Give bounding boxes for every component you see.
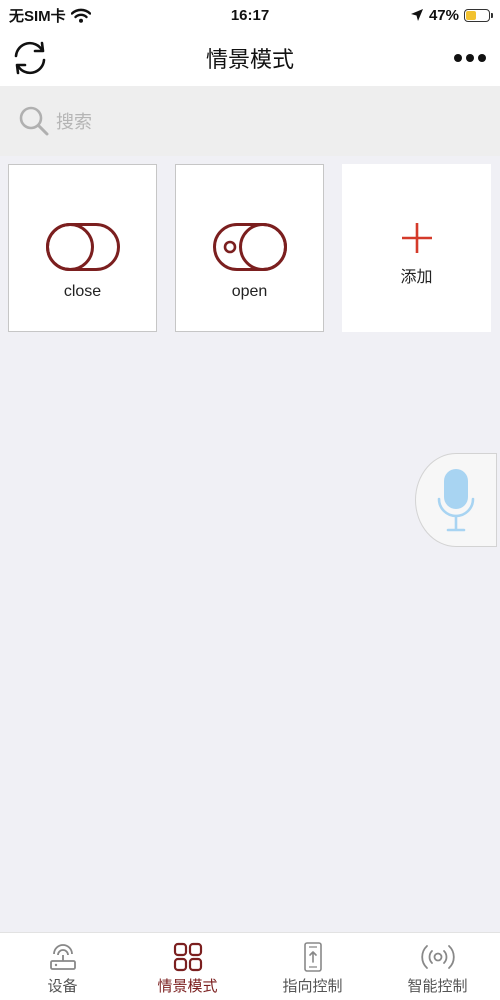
page-title: 情景模式 xyxy=(205,47,294,72)
location-arrow-icon xyxy=(410,9,423,21)
search-placeholder: 搜索 xyxy=(56,112,92,132)
scene-label: close xyxy=(63,283,102,300)
plus-icon xyxy=(401,223,432,253)
grid-icon xyxy=(173,942,202,972)
tab-scenes[interactable]: 情景模式 xyxy=(125,933,250,1000)
refresh-button[interactable] xyxy=(10,38,50,78)
toggle-on-icon xyxy=(212,223,287,271)
add-scene-label: 添加 xyxy=(400,269,433,286)
more-dot-icon xyxy=(454,54,462,62)
wifi-icon xyxy=(70,8,91,23)
battery-icon xyxy=(464,8,493,22)
tab-devices[interactable]: 设备 xyxy=(0,933,125,1000)
toggle-off-icon xyxy=(45,223,120,271)
scene-tile-close[interactable]: close xyxy=(8,164,157,332)
signal-icon xyxy=(420,945,455,969)
search-icon xyxy=(19,106,49,136)
carrier-text: 无SIM卡 xyxy=(9,7,66,25)
tab-label: 设备 xyxy=(47,978,78,995)
tab-smart-control[interactable]: 智能控制 xyxy=(375,933,500,1000)
battery-fill xyxy=(466,10,477,20)
microphone-icon xyxy=(437,469,475,532)
more-dot-icon xyxy=(466,54,474,62)
battery-percent: 47% xyxy=(428,6,459,24)
tab-bar: 设备 情景模式 指向控制 智能控制 xyxy=(0,932,500,1000)
tab-label: 情景模式 xyxy=(157,978,218,995)
voice-input-button[interactable] xyxy=(415,453,497,547)
tab-label: 智能控制 xyxy=(407,978,468,995)
nav-bar: 情景模式 xyxy=(0,30,500,86)
add-scene-button[interactable]: 添加 xyxy=(342,164,491,332)
scene-tile-open[interactable]: open xyxy=(175,164,324,332)
status-left: 无SIM卡 xyxy=(9,5,91,26)
phone-pointer-icon xyxy=(303,942,322,972)
refresh-icon xyxy=(14,41,46,75)
scene-label: open xyxy=(231,283,268,300)
status-bar: 无SIM卡 16:17 47% xyxy=(0,0,500,30)
search-input[interactable]: 搜索 xyxy=(0,86,500,156)
status-right: 47% xyxy=(410,6,493,24)
more-dot-icon xyxy=(478,54,486,62)
router-icon xyxy=(49,944,76,970)
tab-pointer-control[interactable]: 指向控制 xyxy=(250,933,375,1000)
scene-grid: close open 添加 xyxy=(8,164,492,332)
more-button[interactable] xyxy=(450,38,490,78)
tab-label: 指向控制 xyxy=(282,978,343,995)
